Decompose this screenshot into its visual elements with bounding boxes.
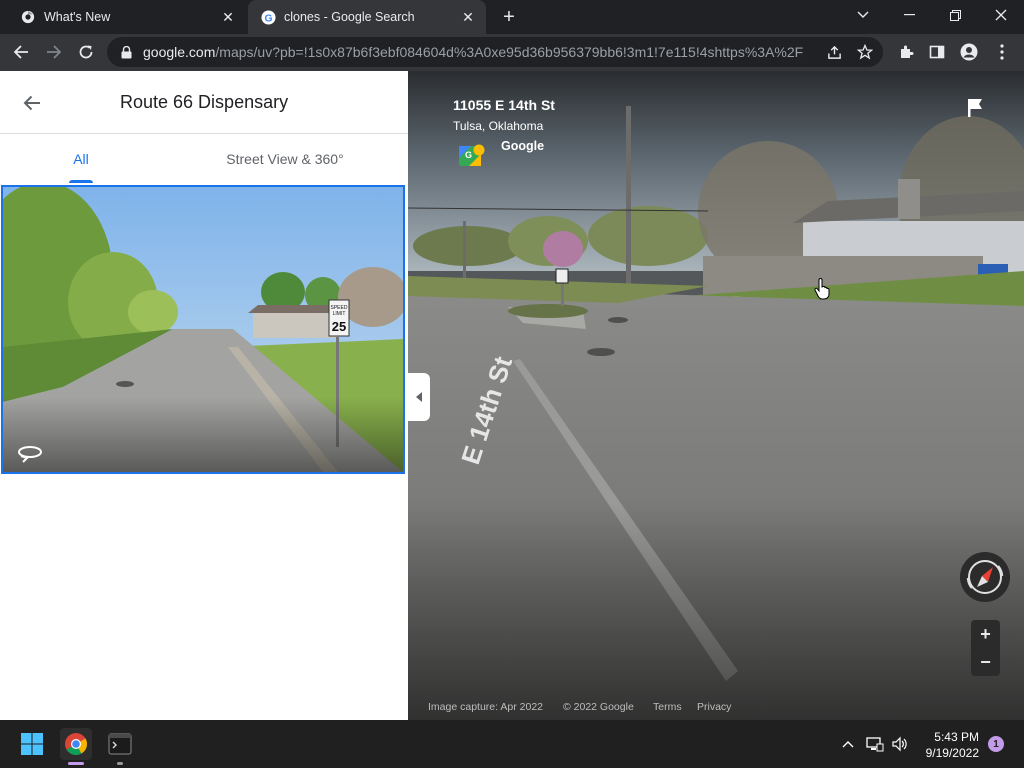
- url-domain: google.com: [143, 44, 216, 60]
- terms-link[interactable]: Terms: [653, 701, 682, 713]
- street-view-thumbnail[interactable]: SPEED LIMIT 25: [1, 185, 405, 474]
- tab-title: What's New: [44, 10, 111, 24]
- tab-street-view-360[interactable]: Street View & 360°: [210, 135, 360, 183]
- hand-cursor-icon: [814, 278, 830, 300]
- compass-button[interactable]: [960, 552, 1010, 602]
- chevron-up-icon[interactable]: [838, 734, 858, 754]
- windows-start-icon[interactable]: [16, 728, 48, 760]
- back-button[interactable]: [7, 38, 35, 66]
- lock-icon[interactable]: [121, 45, 133, 59]
- 360-rotate-icon: [15, 443, 45, 465]
- panel-header: Route 66 Dispensary: [0, 71, 408, 134]
- city-state: Tulsa, Oklahoma: [453, 119, 544, 133]
- report-flag-icon[interactable]: [966, 97, 986, 119]
- tab-title: clones - Google Search: [284, 10, 415, 24]
- new-tab-button[interactable]: +: [496, 5, 522, 29]
- tab-search-chevron-icon[interactable]: [840, 0, 886, 30]
- reload-button[interactable]: [72, 38, 100, 66]
- zoom-out-button[interactable]: −: [971, 648, 1000, 676]
- zoom-in-button[interactable]: +: [971, 620, 1000, 648]
- google-maps-logo-icon[interactable]: G: [459, 143, 485, 167]
- system-clock[interactable]: 5:43 PM 9/19/2022: [915, 729, 979, 761]
- profile-avatar-icon[interactable]: [955, 38, 983, 66]
- copyright-text: © 2022 Google: [563, 701, 634, 713]
- close-tab-icon[interactable]: ✕: [458, 7, 478, 27]
- tab-strip: What's New ✕ G clones - Google Search ✕ …: [0, 0, 1024, 34]
- street-address: 11055 E 14th St: [453, 97, 555, 113]
- forward-button[interactable]: [40, 38, 68, 66]
- chrome-icon: [20, 9, 36, 25]
- network-icon[interactable]: [865, 734, 885, 754]
- photo-filter-tabs: All Street View & 360°: [0, 135, 408, 184]
- address-bar[interactable]: google.com/maps/uv?pb=!1s0x87b6f3ebf0846…: [107, 37, 883, 67]
- tab-clones-google-search[interactable]: G clones - Google Search ✕: [248, 0, 486, 34]
- minimize-button[interactable]: [886, 0, 932, 30]
- street-view-viewer[interactable]: E 14th St 11055 E 14th St Tulsa, Oklahom…: [408, 71, 1024, 720]
- zoom-controls: + −: [971, 620, 1000, 676]
- share-icon[interactable]: [823, 41, 845, 63]
- speed-sign-line2: LIMIT: [333, 311, 346, 317]
- volume-icon[interactable]: [890, 734, 910, 754]
- panel-back-button[interactable]: [18, 89, 46, 117]
- active-app-indicator: [68, 762, 84, 765]
- clock-time: 5:43 PM: [934, 730, 979, 744]
- menu-kebab-icon[interactable]: [988, 38, 1016, 66]
- browser-toolbar: google.com/maps/uv?pb=!1s0x87b6f3ebf0846…: [0, 34, 1024, 71]
- bookmark-star-icon[interactable]: [854, 41, 876, 63]
- chrome-taskbar-icon[interactable]: [60, 728, 92, 760]
- tab-all[interactable]: All: [60, 135, 102, 183]
- svg-text:G: G: [465, 150, 472, 160]
- terminal-taskbar-icon[interactable]: [104, 728, 136, 760]
- privacy-link[interactable]: Privacy: [697, 701, 731, 713]
- url-text: google.com/maps/uv?pb=!1s0x87b6f3ebf0846…: [143, 44, 803, 60]
- tab-label: Street View & 360°: [226, 151, 344, 167]
- clock-date: 9/19/2022: [925, 746, 979, 760]
- notification-badge[interactable]: 1: [988, 736, 1004, 752]
- close-window-button[interactable]: [978, 0, 1024, 30]
- place-title: Route 66 Dispensary: [120, 92, 289, 112]
- image-capture-date: Image capture: Apr 2022: [428, 701, 543, 713]
- google-icon: G: [260, 9, 276, 25]
- collapse-panel-button[interactable]: [408, 373, 430, 421]
- google-brand-label: Google: [501, 139, 545, 153]
- side-panel-icon[interactable]: [923, 38, 951, 66]
- photos-side-panel: Route 66 Dispensary All Street View & 36…: [0, 71, 408, 720]
- close-tab-icon[interactable]: ✕: [218, 7, 238, 27]
- tab-label: All: [73, 151, 89, 167]
- selected-tab-indicator: [69, 180, 93, 183]
- svg-text:G: G: [264, 13, 272, 24]
- tab-whats-new[interactable]: What's New ✕: [8, 0, 246, 34]
- speed-sign-value: 25: [332, 319, 346, 334]
- open-app-indicator: [117, 762, 123, 765]
- windows-taskbar: 5:43 PM 9/19/2022 1: [0, 720, 1024, 768]
- restore-button[interactable]: [932, 0, 978, 30]
- url-path: /maps/uv?pb=!1s0x87b6f3ebf084604d%3A0xe9…: [215, 44, 803, 60]
- extensions-icon[interactable]: [892, 38, 920, 66]
